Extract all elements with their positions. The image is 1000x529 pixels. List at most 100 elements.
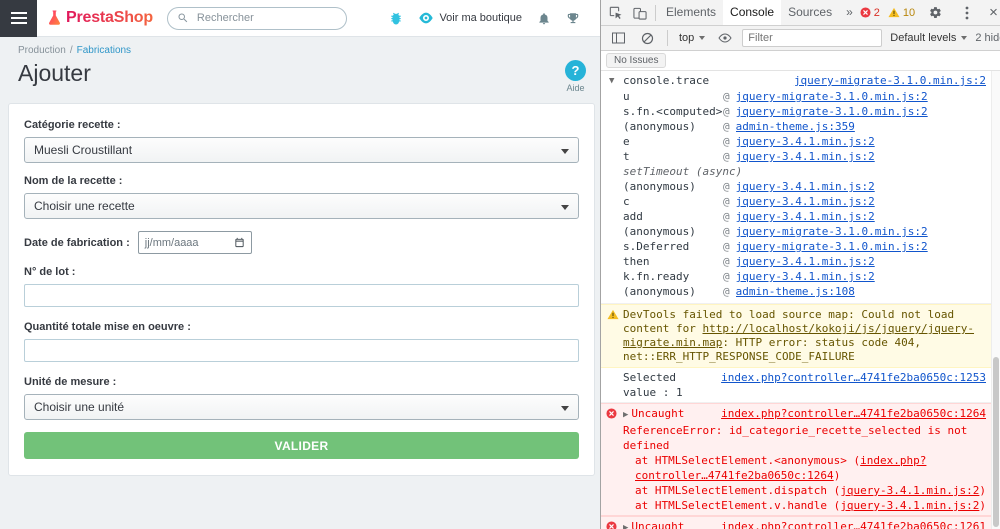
- console-filter-input[interactable]: [742, 29, 882, 47]
- issues-bar: No Issues: [601, 51, 1000, 71]
- source-link[interactable]: jquery-3.4.1.min.js:2: [736, 194, 875, 209]
- frame-at: @: [723, 89, 730, 104]
- source-link[interactable]: jquery-3.4.1.min.js:2: [736, 134, 875, 149]
- breadcrumb-parent[interactable]: Production: [18, 45, 66, 56]
- console-toolbar: top Default levels 2 hidden: [601, 26, 1000, 51]
- error-badge[interactable]: 2: [860, 7, 880, 19]
- category-select[interactable]: Muesli Croustillant: [24, 137, 579, 163]
- source-link[interactable]: jquery-migrate-3.1.0.min.js:2: [736, 89, 928, 104]
- collapse-arrow-icon[interactable]: ▼: [609, 74, 614, 89]
- frame-at: @: [723, 284, 730, 299]
- warning-count: 10: [903, 7, 915, 19]
- issues-status[interactable]: No Issues: [606, 53, 666, 68]
- tab-elements[interactable]: Elements: [659, 0, 723, 25]
- notifications-button[interactable]: [537, 11, 551, 26]
- valider-button[interactable]: VALIDER: [24, 432, 579, 459]
- admin-topbar: PrestaShop Voir ma boutique: [0, 0, 600, 37]
- source-link[interactable]: jquery-3.4.1.min.js:2: [736, 209, 875, 224]
- stack-line: at HTMLSelectElement.dispatch (jquery-3.…: [623, 483, 986, 498]
- console-error-message: index.php?controller…4741fe2ba0650c:1261…: [601, 516, 1000, 529]
- source-link[interactable]: jquery-3.4.1.min.js:2: [736, 254, 875, 269]
- date-group: Date de fabrication : jj/mm/aaaa: [24, 231, 579, 254]
- breadcrumb-separator: /: [70, 45, 73, 56]
- frame-at: @: [723, 104, 730, 119]
- clear-console-icon[interactable]: [635, 26, 659, 50]
- close-devtools-button[interactable]: ×: [987, 5, 1000, 20]
- scrollbar[interactable]: [991, 71, 1000, 529]
- gamification-button[interactable]: [566, 11, 580, 26]
- expand-arrow-icon[interactable]: ▶: [623, 410, 628, 420]
- stack-frame: add@jquery-3.4.1.min.js:2: [623, 209, 986, 224]
- admin-search[interactable]: [167, 7, 347, 30]
- log-levels-selector[interactable]: Default levels: [887, 30, 970, 46]
- source-link[interactable]: jquery-migrate-3.1.0.min.js:2: [736, 239, 928, 254]
- source-link[interactable]: jquery-migrate-3.1.0.min.js:2: [736, 104, 928, 119]
- frame-fn: t: [623, 149, 723, 164]
- tab-console[interactable]: Console: [723, 0, 781, 25]
- frame-fn: (anonymous): [623, 179, 723, 194]
- help-button[interactable]: ? Aide: [565, 60, 586, 93]
- prestashop-logo[interactable]: PrestaShop: [47, 9, 153, 27]
- source-link[interactable]: jquery-3.4.1.min.js:2: [840, 499, 979, 512]
- error-header: index.php?controller…4741fe2ba0650c:1264…: [623, 406, 986, 453]
- device-toolbar-icon[interactable]: [628, 1, 652, 25]
- debug-mode-icon[interactable]: [389, 11, 403, 25]
- source-link[interactable]: jquery-migrate-3.1.0.min.js:2: [794, 73, 986, 88]
- view-shop-link[interactable]: Voir ma boutique: [418, 12, 522, 24]
- live-expression-icon[interactable]: [713, 26, 737, 50]
- warning-badge[interactable]: 10: [888, 7, 915, 19]
- console-log-message: index.php?controller…4741fe2ba0650c:1253…: [601, 368, 1000, 403]
- context-selector[interactable]: top: [676, 30, 708, 46]
- async-separator: setTimeout (async): [623, 164, 986, 179]
- more-tabs-button[interactable]: »: [839, 0, 860, 25]
- source-link[interactable]: jquery-3.4.1.min.js:2: [840, 484, 979, 497]
- quantity-input[interactable]: [24, 339, 579, 362]
- source-link[interactable]: admin-theme.js:108: [736, 284, 855, 299]
- lot-input[interactable]: [24, 284, 579, 307]
- stack-frame: u@jquery-migrate-3.1.0.min.js:2: [623, 89, 986, 104]
- devtools-panel: Elements Console Sources » 2 10: [600, 0, 1000, 529]
- settings-icon[interactable]: [923, 1, 947, 25]
- console-sidebar-icon[interactable]: [606, 26, 630, 50]
- source-link[interactable]: jquery-migrate-3.1.0.min.js:2: [736, 224, 928, 239]
- source-link[interactable]: jquery-3.4.1.min.js:2: [736, 179, 875, 194]
- devtools-tabbar: Elements Console Sources » 2 10: [601, 0, 1000, 26]
- quantity-label: Quantité totale mise en oeuvre :: [24, 321, 579, 333]
- frame-fn: e: [623, 134, 723, 149]
- source-link[interactable]: index.php?controller…4741fe2ba0650c:1264: [721, 406, 986, 421]
- frame-fn: (anonymous): [623, 284, 723, 299]
- stack-frame: s.Deferred@jquery-migrate-3.1.0.min.js:2: [623, 239, 986, 254]
- unit-select[interactable]: Choisir une unité: [24, 394, 579, 420]
- source-link[interactable]: jquery-3.4.1.min.js:2: [736, 269, 875, 284]
- tab-sources[interactable]: Sources: [781, 0, 839, 25]
- kebab-menu-icon[interactable]: [955, 1, 979, 25]
- date-input[interactable]: jj/mm/aaaa: [138, 231, 252, 254]
- hidden-messages-count[interactable]: 2 hidden: [975, 32, 1000, 44]
- recipe-select-value: Choisir une recette: [34, 199, 135, 213]
- lot-label: N° de lot :: [24, 266, 579, 278]
- topbar-actions: Voir ma boutique: [389, 11, 600, 26]
- menu-toggle-button[interactable]: [0, 0, 37, 37]
- chevron-down-icon: [961, 36, 967, 40]
- warning-icon: [888, 7, 900, 18]
- source-link[interactable]: jquery-3.4.1.min.js:2: [736, 149, 875, 164]
- source-link[interactable]: index.php?controller…4741fe2ba0650c:1253: [721, 370, 986, 385]
- calendar-icon[interactable]: [234, 237, 245, 248]
- frame-at: @: [723, 194, 730, 209]
- stack-frame: then@jquery-3.4.1.min.js:2: [623, 254, 986, 269]
- scrollbar-thumb[interactable]: [993, 357, 999, 527]
- view-shop-label: Voir ma boutique: [439, 12, 522, 24]
- recipe-select[interactable]: Choisir une recette: [24, 193, 579, 219]
- search-input[interactable]: [195, 11, 341, 25]
- source-link[interactable]: index.php?controller…4741fe2ba0650c:1261: [721, 519, 986, 529]
- chevron-down-icon: [561, 406, 569, 411]
- source-link[interactable]: admin-theme.js:359: [736, 119, 855, 134]
- inspect-element-icon[interactable]: [604, 1, 628, 25]
- log-text: Selected value : 1: [623, 371, 683, 399]
- breadcrumb-current[interactable]: Fabrications: [77, 45, 131, 56]
- expand-arrow-icon[interactable]: ▶: [623, 523, 628, 529]
- chevron-down-icon: [699, 36, 705, 40]
- unit-select-value: Choisir une unité: [34, 400, 124, 414]
- frame-fn: setTimeout (async): [623, 164, 742, 179]
- frame-fn: (anonymous): [623, 119, 723, 134]
